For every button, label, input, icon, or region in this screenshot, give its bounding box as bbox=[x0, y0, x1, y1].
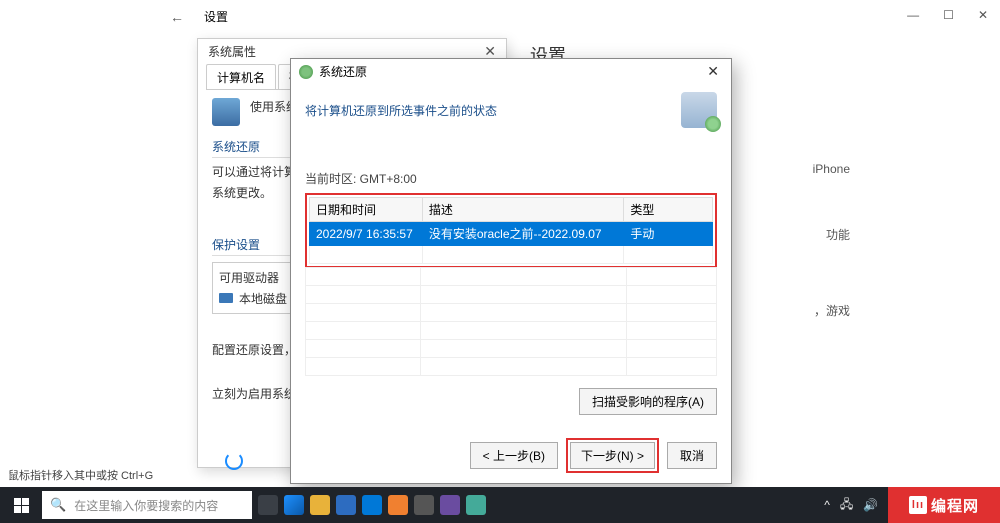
sys-prop-title: 系统属性 bbox=[208, 43, 256, 60]
next-button[interactable]: 下一步(N) > bbox=[570, 442, 655, 469]
tab-computer-name[interactable]: 计算机名 bbox=[206, 64, 276, 89]
col-type[interactable]: 类型 bbox=[624, 198, 713, 222]
maximize-button[interactable]: ☐ bbox=[943, 8, 954, 22]
system-icon bbox=[212, 98, 240, 126]
restore-dialog-title: 系统还原 bbox=[319, 63, 367, 80]
status-hint: 鼠标指针移入其中或按 Ctrl+G bbox=[8, 467, 153, 483]
settings-label: 设置 bbox=[204, 8, 228, 25]
file-explorer-icon[interactable] bbox=[310, 495, 330, 515]
restore-points-table[interactable]: 日期和时间 描述 类型 2022/9/7 16:35:57 没有安装oracle… bbox=[309, 197, 713, 264]
scan-affected-button[interactable]: 扫描受影响的程序(A) bbox=[579, 388, 717, 415]
brand-logo: lıı编程网 bbox=[888, 487, 1000, 523]
start-button[interactable] bbox=[6, 490, 36, 520]
windows-icon bbox=[14, 498, 29, 513]
search-placeholder: 在这里输入你要搜索的内容 bbox=[74, 497, 218, 514]
search-icon: 🔍 bbox=[50, 497, 66, 513]
prev-button[interactable]: < 上一步(B) bbox=[470, 442, 558, 469]
restore-table-highlight: 日期和时间 描述 类型 2022/9/7 16:35:57 没有安装oracle… bbox=[305, 193, 717, 268]
next-button-highlight: 下一步(N) > bbox=[566, 438, 659, 473]
taskbar: 🔍 在这里输入你要搜索的内容 ^ 🖧 🔊 中 16:38 2022/9/7 💬 bbox=[0, 487, 1000, 523]
app2-icon[interactable] bbox=[440, 495, 460, 515]
cell-type: 手动 bbox=[624, 222, 713, 246]
col-desc[interactable]: 描述 bbox=[422, 198, 624, 222]
side-label-game: ，游戏 bbox=[814, 302, 850, 319]
timezone-label: 当前时区: GMT+8:00 bbox=[305, 170, 717, 187]
system-restore-dialog: 系统还原 ✕ 将计算机还原到所选事件之前的状态 当前时区: GMT+8:00 日… bbox=[290, 58, 732, 484]
table-row[interactable]: 2022/9/7 16:35:57 没有安装oracle之前--2022.09.… bbox=[310, 222, 713, 246]
refresh-icon[interactable] bbox=[225, 452, 243, 470]
close-button[interactable]: ✕ bbox=[978, 8, 988, 22]
settings-icon[interactable] bbox=[414, 495, 434, 515]
table-row[interactable] bbox=[310, 246, 713, 264]
cell-datetime: 2022/9/7 16:35:57 bbox=[310, 222, 423, 246]
restore-big-icon bbox=[681, 92, 717, 128]
network-icon[interactable]: 🖧 bbox=[840, 495, 853, 516]
cell-desc: 没有安装oracle之前--2022.09.07 bbox=[422, 222, 624, 246]
task-view-icon[interactable] bbox=[258, 495, 278, 515]
chevron-up-icon[interactable]: ^ bbox=[824, 498, 830, 512]
app3-icon[interactable] bbox=[466, 495, 486, 515]
restore-points-table-empty bbox=[305, 267, 717, 376]
minimize-button[interactable]: — bbox=[907, 8, 919, 22]
search-input[interactable]: 🔍 在这里输入你要搜索的内容 bbox=[42, 491, 252, 519]
speaker-icon[interactable]: 🔊 bbox=[863, 498, 878, 512]
restore-icon bbox=[299, 65, 313, 79]
restore-heading: 将计算机还原到所选事件之前的状态 bbox=[305, 102, 497, 119]
cancel-button[interactable]: 取消 bbox=[667, 442, 717, 469]
drive-icon bbox=[219, 293, 233, 303]
back-icon[interactable]: ← bbox=[170, 9, 184, 25]
store-icon[interactable] bbox=[362, 495, 382, 515]
app-icon[interactable] bbox=[388, 495, 408, 515]
side-label-iphone: iPhone bbox=[813, 162, 850, 176]
mail-icon[interactable] bbox=[336, 495, 356, 515]
close-icon[interactable]: ✕ bbox=[703, 63, 723, 80]
col-datetime[interactable]: 日期和时间 bbox=[310, 198, 423, 222]
side-label-feature: 功能 bbox=[826, 226, 850, 243]
edge-icon[interactable] bbox=[284, 495, 304, 515]
